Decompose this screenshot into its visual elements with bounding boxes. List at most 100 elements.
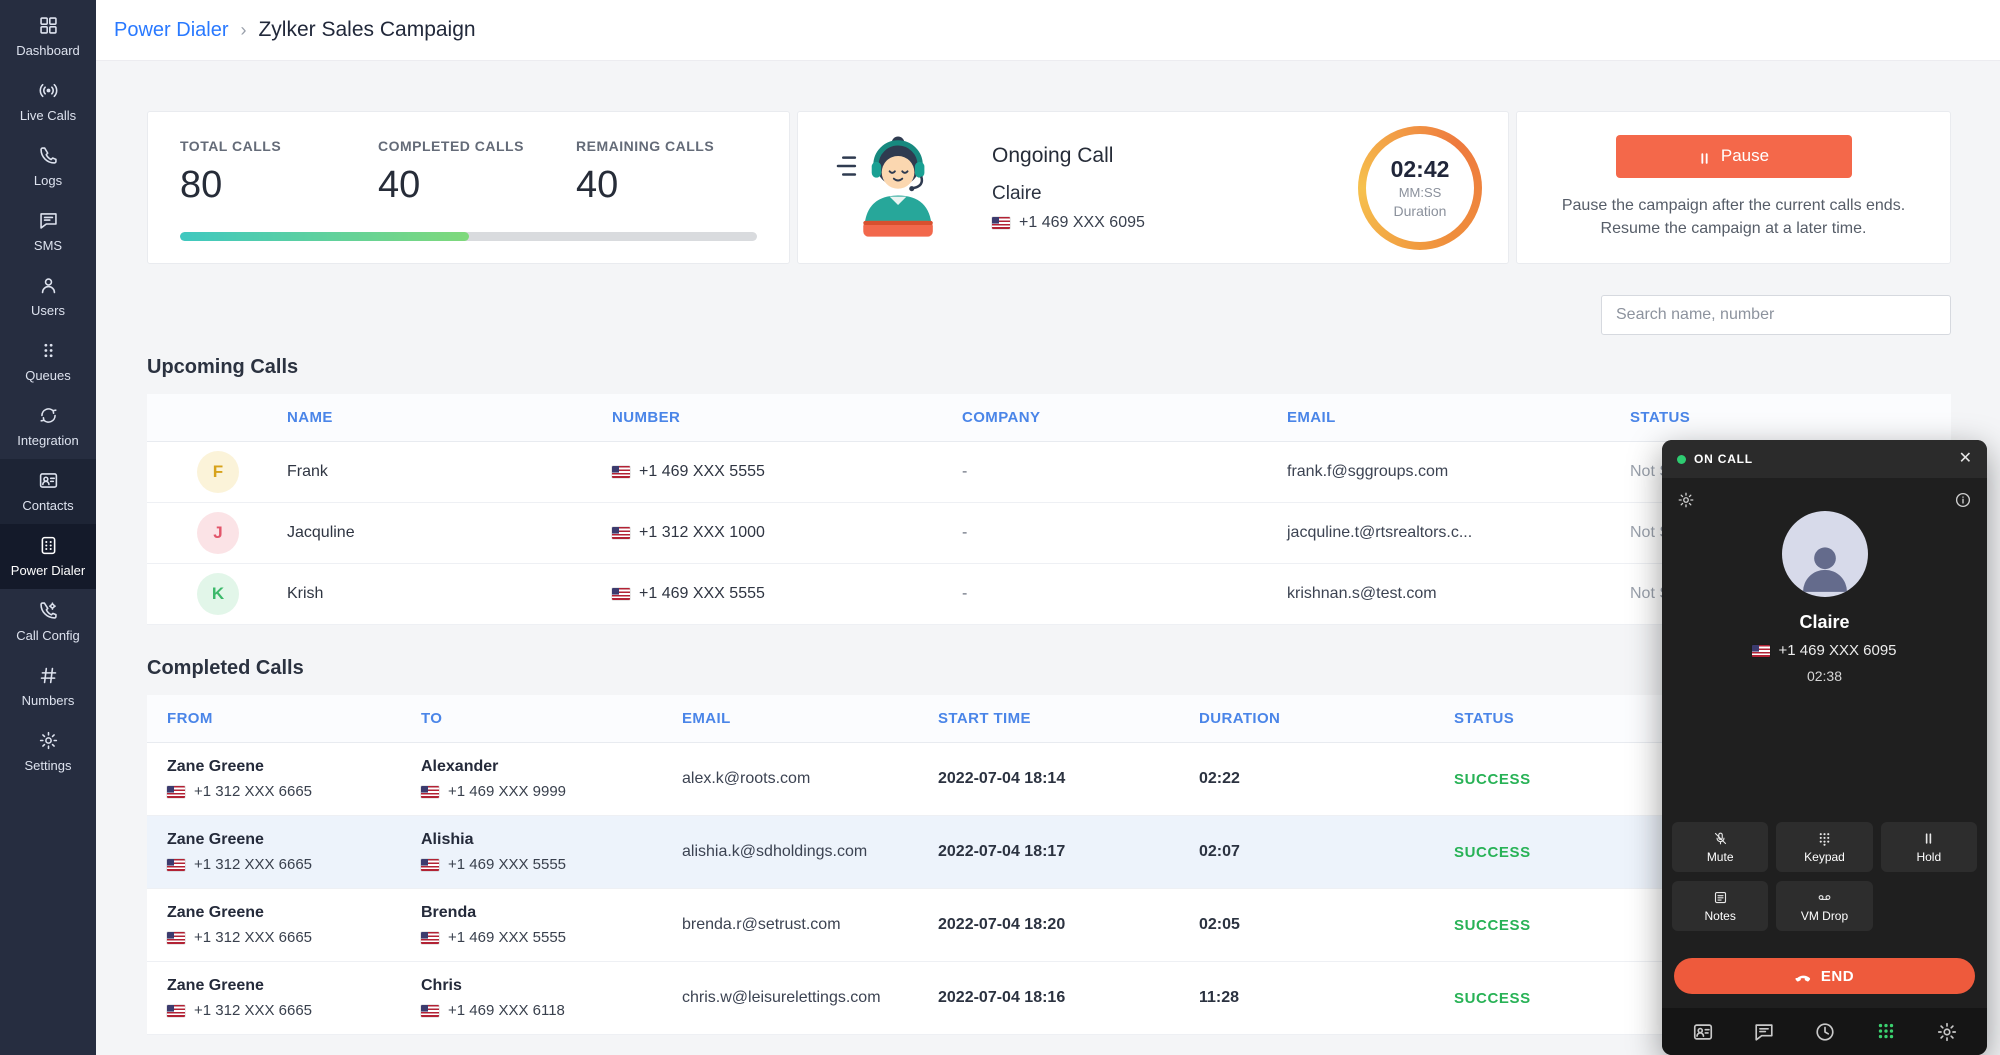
from-name: Zane Greene <box>167 904 421 922</box>
call-duration: 02:05 <box>1199 889 1454 962</box>
call-email: chris.w@leisurelettings.com <box>682 962 938 1035</box>
page-title: Zylker Sales Campaign <box>258 18 475 42</box>
integration-icon <box>38 405 59 426</box>
call-widget-toolbar <box>1662 1008 1987 1055</box>
campaign-stats-card: TOTAL CALLS 80 COMPLETED CALLS 40 REMAIN… <box>147 111 790 264</box>
vm-drop-button[interactable]: VM Drop <box>1776 881 1872 931</box>
on-call-status-label: ON CALL <box>1694 452 1753 466</box>
col-header-company: COMPANY <box>962 394 1287 442</box>
call-duration-ring: 02:42 MM:SS Duration <box>1358 126 1482 250</box>
queues-icon <box>38 340 59 361</box>
remaining-calls-stat: REMAINING CALLS 40 <box>576 138 714 207</box>
sidebar-item-numbers[interactable]: Numbers <box>0 654 96 719</box>
caller-avatar <box>1782 511 1868 597</box>
col-header-status: STATUS <box>1630 394 1951 442</box>
call-duration-caption: Duration <box>1394 203 1447 219</box>
sidebar-label: Users <box>31 303 65 318</box>
gear-icon[interactable] <box>1677 491 1695 509</box>
to-number: +1 469 XXX 6118 <box>448 1002 565 1019</box>
phone-logs-icon <box>38 145 59 166</box>
us-flag-icon <box>167 932 185 944</box>
breadcrumb-power-dialer-link[interactable]: Power Dialer <box>114 19 228 42</box>
sidebar-item-users[interactable]: Users <box>0 264 96 329</box>
agent-illustration <box>828 126 966 249</box>
col-header-name: NAME <box>267 394 612 442</box>
end-call-button[interactable]: END <box>1674 958 1975 994</box>
sidebar-label: Contacts <box>22 498 73 513</box>
sidebar-item-dashboard[interactable]: Dashboard <box>0 4 96 69</box>
sidebar-item-integration[interactable]: Integration <box>0 394 96 459</box>
summary-cards-row: TOTAL CALLS 80 COMPLETED CALLS 40 REMAIN… <box>147 111 1951 264</box>
chat-icon[interactable] <box>1753 1021 1775 1043</box>
sidebar-label: Integration <box>17 433 78 448</box>
topbar: Power Dialer › Zylker Sales Campaign <box>96 0 2000 61</box>
users-icon <box>38 275 59 296</box>
to-name: Alishia <box>421 831 682 849</box>
from-name: Zane Greene <box>167 758 421 776</box>
on-call-status-dot <box>1677 455 1686 464</box>
live-calls-icon <box>38 80 59 101</box>
sidebar-item-queues[interactable]: Queues <box>0 329 96 394</box>
contact-name: Frank <box>267 442 612 503</box>
contact-number: +1 312 XXX 1000 <box>639 524 765 542</box>
sidebar-item-contacts[interactable]: Contacts <box>0 459 96 524</box>
total-calls-stat: TOTAL CALLS 80 <box>180 138 378 207</box>
mute-button[interactable]: Mute <box>1672 822 1768 872</box>
col-header-number: NUMBER <box>612 394 962 442</box>
sidebar-item-call-config[interactable]: Call Config <box>0 589 96 654</box>
search-input[interactable] <box>1601 295 1951 335</box>
info-icon[interactable] <box>1954 491 1972 509</box>
to-name: Brenda <box>421 904 682 922</box>
sidebar-label: Numbers <box>22 693 75 708</box>
call-duration: 02:07 <box>1199 816 1454 889</box>
us-flag-icon <box>992 217 1010 229</box>
from-name: Zane Greene <box>167 831 421 849</box>
voicemail-icon <box>1817 890 1832 905</box>
call-start-time: 2022-07-04 18:14 <box>938 743 1199 816</box>
avatar: F <box>197 451 239 493</box>
call-email: alex.k@roots.com <box>682 743 938 816</box>
from-number: +1 312 XXX 6665 <box>194 856 312 873</box>
col-header-start-time: START TIME <box>938 695 1199 743</box>
contact-number: +1 469 XXX 5555 <box>639 585 765 603</box>
to-number: +1 469 XXX 5555 <box>448 929 566 946</box>
calls-progress-bar <box>180 232 757 241</box>
sidebar-label: Logs <box>34 173 62 188</box>
us-flag-icon <box>421 1005 439 1017</box>
call-start-time: 2022-07-04 18:20 <box>938 889 1199 962</box>
from-number: +1 312 XXX 6665 <box>194 1002 312 1019</box>
sidebar-item-sms[interactable]: SMS <box>0 199 96 264</box>
hold-button[interactable]: Hold <box>1881 822 1977 872</box>
sidebar-item-logs[interactable]: Logs <box>0 134 96 199</box>
settings-gear-icon[interactable] <box>1936 1021 1958 1043</box>
dialpad-icon[interactable] <box>1875 1021 1897 1043</box>
us-flag-icon <box>167 1005 185 1017</box>
calls-progress-fill <box>180 232 469 241</box>
call-controls: Mute Keypad Hold Notes VM Drop <box>1662 822 1987 931</box>
close-icon[interactable]: ✕ <box>1959 451 1972 467</box>
contacts-icon <box>38 470 59 491</box>
keypad-button[interactable]: Keypad <box>1776 822 1872 872</box>
sidebar: Dashboard Live Calls Logs SMS Users Queu… <box>0 0 96 1055</box>
contacts-icon[interactable] <box>1692 1021 1714 1043</box>
sidebar-item-settings[interactable]: Settings <box>0 719 96 784</box>
to-number: +1 469 XXX 9999 <box>448 783 566 800</box>
sidebar-label: Dashboard <box>16 43 80 58</box>
pause-description: Pause the campaign after the current cal… <box>1562 194 1905 240</box>
sidebar-label: Power Dialer <box>11 563 85 578</box>
sidebar-item-live-calls[interactable]: Live Calls <box>0 69 96 134</box>
avatar: J <box>197 512 239 554</box>
us-flag-icon <box>612 466 630 478</box>
ongoing-call-card: Ongoing Call Claire +1 469 XXX 6095 02:4… <box>797 111 1509 264</box>
sidebar-label: Queues <box>25 368 71 383</box>
notes-button[interactable]: Notes <box>1672 881 1768 931</box>
col-header-email: EMAIL <box>1287 394 1630 442</box>
us-flag-icon <box>421 932 439 944</box>
history-icon[interactable] <box>1814 1021 1836 1043</box>
hold-icon <box>1921 831 1936 846</box>
sidebar-item-power-dialer[interactable]: Power Dialer <box>0 524 96 589</box>
call-config-icon <box>38 600 59 621</box>
upcoming-header-row: NAME NUMBER COMPANY EMAIL STATUS <box>147 394 1951 442</box>
pause-button[interactable]: Pause <box>1616 135 1852 178</box>
search-row <box>147 295 1951 335</box>
